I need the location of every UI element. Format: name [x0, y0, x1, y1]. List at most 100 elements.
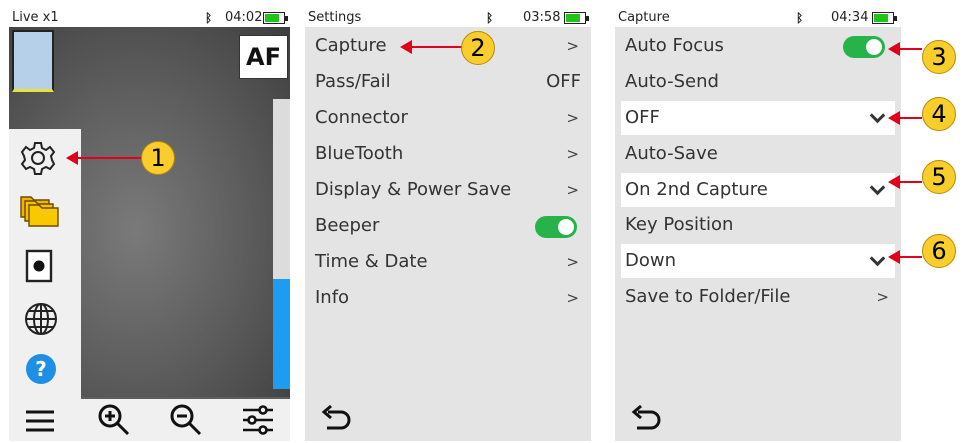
focus-gauge-fill: [273, 279, 290, 389]
auto-send-label: Auto-Send: [625, 71, 719, 92]
key-position-dropdown[interactable]: Down: [621, 244, 895, 278]
chevron-right-icon: >: [566, 109, 579, 127]
battery-icon: [872, 12, 897, 24]
back-arrow-icon[interactable]: [629, 403, 663, 433]
auto-focus-row[interactable]: Auto Focus: [615, 29, 901, 65]
auto-save-label: Auto-Save: [625, 143, 718, 164]
menu-item-label: Time & Date: [315, 251, 428, 272]
af-badge[interactable]: AF: [239, 35, 288, 79]
chevron-right-icon: >: [876, 288, 889, 306]
folders-icon[interactable]: [19, 193, 61, 229]
auto-focus-toggle[interactable]: [843, 36, 885, 58]
menu-item-bluetooth[interactable]: BlueTooth >: [305, 137, 591, 173]
status-bar: Capture ᛒ 04:34: [615, 9, 901, 27]
menu-item-connector[interactable]: Connector >: [305, 101, 591, 137]
live-view-panel: Live x1 ᛒ 04:02 AF ?: [9, 9, 290, 441]
menu-item-label: Capture: [315, 35, 387, 56]
save-to-folder-label: Save to Folder/File: [625, 286, 791, 307]
chevron-down-icon: [869, 250, 886, 267]
help-icon[interactable]: ?: [25, 353, 57, 385]
callout-number: 1: [150, 144, 166, 172]
bluetooth-icon: ᛒ: [205, 11, 213, 25]
key-position-value: Down: [625, 250, 677, 271]
callout-2: 2: [461, 31, 495, 65]
record-icon[interactable]: [25, 249, 53, 283]
bluetooth-icon: ᛒ: [486, 11, 494, 25]
menu-item-pass-fail[interactable]: Pass/Fail OFF: [305, 65, 591, 101]
battery-icon: [263, 12, 288, 24]
auto-send-dropdown[interactable]: OFF: [621, 101, 895, 135]
callout-number: 4: [931, 100, 947, 128]
zoom-out-icon[interactable]: [169, 403, 203, 437]
callout-number: 3: [931, 43, 947, 71]
side-toolbar: ?: [9, 129, 81, 399]
settings-panel: Settings ᛒ 03:58 Capture > Pass/Fail OFF…: [305, 9, 591, 441]
clock: 04:02: [225, 10, 263, 25]
menu-item-label: Display & Power Save: [315, 179, 512, 200]
key-position-label: Key Position: [625, 214, 734, 235]
bottom-bar: [615, 399, 901, 441]
menu-item-display-power[interactable]: Display & Power Save >: [305, 173, 591, 209]
auto-focus-label: Auto Focus: [625, 35, 724, 56]
focus-gauge: [273, 99, 290, 389]
callout-1: 1: [141, 141, 175, 175]
menu-item-time-date[interactable]: Time & Date >: [305, 245, 591, 281]
callout-3: 3: [922, 40, 956, 74]
chevron-down-icon: [869, 107, 886, 124]
menu-item-label: BlueTooth: [315, 143, 404, 164]
menu-item-label: Pass/Fail: [315, 71, 391, 92]
sliders-icon[interactable]: [241, 405, 275, 435]
callout-4: 4: [922, 97, 956, 131]
callout-arrow-6: [888, 250, 922, 264]
menu-item-label: Info: [315, 287, 350, 308]
status-bar: Settings ᛒ 03:58: [305, 9, 591, 27]
svg-text:?: ?: [35, 357, 47, 381]
key-position-heading: Key Position: [615, 208, 901, 244]
zoom-in-icon[interactable]: [97, 403, 131, 437]
callout-arrow-3: [888, 42, 922, 56]
auto-save-dropdown[interactable]: On 2nd Capture: [621, 173, 895, 207]
callout-arrow-2: [400, 40, 462, 54]
menu-item-beeper[interactable]: Beeper: [305, 209, 591, 245]
callout-number: 2: [470, 34, 486, 62]
capture-panel: Capture ᛒ 04:34 Auto Focus Auto-Send OFF…: [615, 9, 901, 441]
battery-icon: [564, 12, 589, 24]
bottom-toolbar: [9, 399, 290, 441]
status-title: Capture: [618, 10, 670, 25]
hamburger-menu-icon[interactable]: [25, 409, 55, 433]
globe-icon[interactable]: [23, 301, 59, 337]
menu-item-label: Connector: [315, 107, 408, 128]
bluetooth-icon: ᛒ: [796, 11, 804, 25]
menu-item-value: OFF: [546, 71, 581, 92]
status-title: Live x1: [12, 10, 59, 25]
beeper-toggle[interactable]: [535, 216, 577, 238]
menu-item-info[interactable]: Info >: [305, 281, 591, 317]
af-label: AF: [246, 43, 281, 71]
auto-save-value: On 2nd Capture: [625, 179, 768, 200]
clock: 04:34: [831, 10, 869, 25]
callout-arrow-5: [888, 175, 922, 189]
chevron-right-icon: >: [566, 37, 579, 55]
bottom-bar: [305, 399, 591, 441]
thumbnail-preview[interactable]: [12, 30, 54, 92]
chevron-right-icon: >: [566, 289, 579, 307]
callout-arrow-4: [888, 111, 922, 125]
chevron-down-icon: [869, 179, 886, 196]
chevron-right-icon: >: [566, 145, 579, 163]
chevron-right-icon: >: [566, 181, 579, 199]
callout-arrow-1: [66, 151, 142, 165]
callout-number: 5: [931, 163, 947, 191]
callout-number: 6: [931, 237, 947, 265]
save-to-folder-row[interactable]: Save to Folder/File >: [615, 280, 901, 316]
auto-send-value: OFF: [625, 107, 660, 128]
status-title: Settings: [308, 10, 362, 25]
auto-save-heading: Auto-Save: [615, 137, 901, 173]
chevron-right-icon: >: [566, 253, 579, 271]
back-arrow-icon[interactable]: [319, 403, 353, 433]
callout-5: 5: [922, 160, 956, 194]
settings-gear-icon[interactable]: [19, 139, 57, 177]
status-bar: Live x1 ᛒ 04:02: [9, 9, 290, 27]
callout-6: 6: [922, 234, 956, 268]
clock: 03:58: [523, 10, 561, 25]
menu-item-label: Beeper: [315, 215, 380, 236]
